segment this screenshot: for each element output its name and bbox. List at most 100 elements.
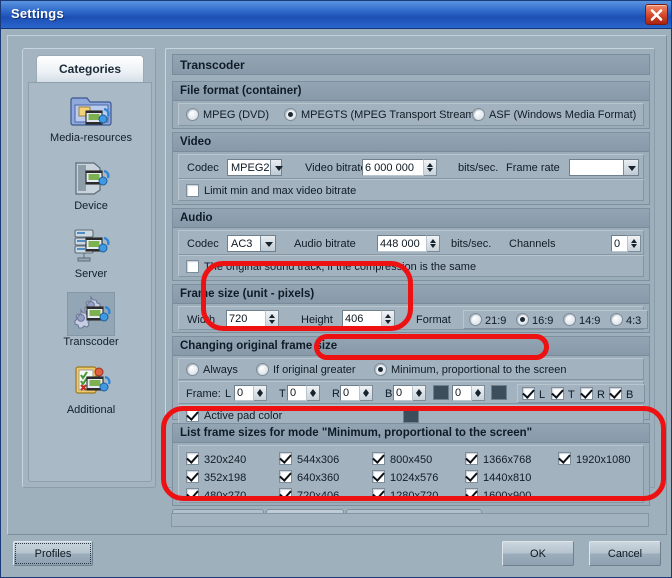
limit-bitrate-label: Limit min and max video bitrate bbox=[204, 186, 356, 197]
radio-4-3[interactable] bbox=[610, 313, 623, 326]
radio-always-label: Always bbox=[203, 365, 238, 376]
radio-21-9[interactable] bbox=[469, 313, 482, 326]
radio-16-9[interactable] bbox=[516, 313, 529, 326]
size-checkbox-320x240[interactable] bbox=[186, 452, 199, 465]
audio-bitrate-spin-buttons[interactable] bbox=[427, 235, 440, 252]
sidebar-item-transcoder[interactable]: Transcoder bbox=[29, 293, 153, 348]
sidebar-item-server[interactable]: Server bbox=[29, 225, 153, 280]
channels-spin-buttons[interactable] bbox=[628, 235, 641, 252]
audio-title: Audio bbox=[173, 209, 649, 228]
size-checkbox-1600x900[interactable] bbox=[465, 488, 478, 501]
sidebar-item-additional[interactable]: Additional bbox=[29, 361, 153, 416]
extra-value-input[interactable]: 0 bbox=[452, 385, 472, 401]
frame-size-title: Frame size (unit - pixels) bbox=[173, 285, 649, 304]
size-checkbox-1920x1080[interactable] bbox=[558, 452, 571, 465]
radio-always[interactable] bbox=[186, 363, 199, 376]
original-sound-track-label: The original sound track, if the compres… bbox=[204, 262, 476, 273]
side-check-b[interactable] bbox=[609, 387, 622, 400]
size-label-1280x720: 1280x720 bbox=[390, 491, 438, 502]
height-input[interactable]: 406 bbox=[342, 310, 382, 328]
video-codec-label: Codec bbox=[187, 163, 219, 174]
file-format-title: File format (container) bbox=[173, 82, 649, 101]
sidebar-item-media-resources[interactable]: Media-resources bbox=[29, 89, 153, 144]
width-stepper[interactable]: 720 bbox=[226, 310, 279, 328]
frame-l-stepper[interactable]: 0 bbox=[234, 385, 267, 401]
folder-media-icon bbox=[68, 89, 114, 131]
channels-stepper[interactable]: 0 bbox=[611, 235, 641, 252]
radio-asf-label: ASF (Windows Media Format) bbox=[489, 110, 636, 121]
size-checkbox-800x450[interactable] bbox=[372, 452, 385, 465]
audio-bitrate-stepper[interactable]: 448 000 bbox=[377, 235, 440, 252]
height-spin-buttons[interactable] bbox=[382, 310, 395, 328]
frame-b-spin-buttons[interactable] bbox=[413, 385, 426, 401]
size-checkbox-352x198[interactable] bbox=[186, 470, 199, 483]
active-pad-color-checkbox[interactable] bbox=[186, 409, 199, 422]
radio-mpegts[interactable] bbox=[284, 108, 297, 121]
size-checkbox-1024x576[interactable] bbox=[372, 470, 385, 483]
sidebar-item-label: Transcoder bbox=[29, 336, 153, 348]
width-spin-buttons[interactable] bbox=[266, 310, 279, 328]
video-bitrate-stepper[interactable]: 6 000 000 bbox=[362, 159, 437, 176]
frame-b-input[interactable]: 0 bbox=[393, 385, 413, 401]
video-codec-select[interactable]: MPEG2 bbox=[227, 159, 282, 176]
side-check-t[interactable] bbox=[551, 387, 564, 400]
size-checkbox-544x306[interactable] bbox=[279, 452, 292, 465]
ok-button[interactable]: OK bbox=[502, 541, 574, 566]
size-checkbox-1440x810[interactable] bbox=[465, 470, 478, 483]
pad-color-swatch-1[interactable] bbox=[433, 385, 449, 400]
side-check-l[interactable] bbox=[522, 387, 535, 400]
limit-bitrate-checkbox[interactable] bbox=[186, 184, 199, 197]
size-checkbox-640x360[interactable] bbox=[279, 470, 292, 483]
audio-codec-select[interactable]: AC3 bbox=[227, 235, 276, 252]
active-pad-color-row: Active pad color bbox=[178, 405, 644, 425]
radio-mpegts-label: MPEGTS (MPEG Transport Stream) bbox=[301, 110, 478, 121]
width-input[interactable]: 720 bbox=[226, 310, 266, 328]
frame-r-input[interactable]: 0 bbox=[340, 385, 360, 401]
radio-14-9[interactable] bbox=[563, 313, 576, 326]
frame-r-spin-buttons[interactable] bbox=[360, 385, 373, 401]
tab-content-strip bbox=[171, 513, 649, 527]
radio-minimum-proportional[interactable] bbox=[374, 363, 387, 376]
frame-t-input[interactable]: 0 bbox=[287, 385, 307, 401]
size-checkbox-1366x768[interactable] bbox=[465, 452, 478, 465]
size-label-1600x900: 1600x900 bbox=[483, 491, 531, 502]
frame-l-input[interactable]: 0 bbox=[234, 385, 254, 401]
frame-rate-select[interactable] bbox=[569, 159, 639, 176]
radio-if-original-greater[interactable] bbox=[256, 363, 269, 376]
frame-t-stepper[interactable]: 0 bbox=[287, 385, 320, 401]
frame-b-stepper[interactable]: 0 bbox=[393, 385, 426, 401]
format-options-box: 21:9 16:9 14:9 4:3 bbox=[463, 310, 648, 329]
size-checkbox-480x270[interactable] bbox=[186, 488, 199, 501]
frame-r-stepper[interactable]: 0 bbox=[340, 385, 373, 401]
frame-t-label: T bbox=[279, 389, 286, 400]
sidebar-item-device[interactable]: Device bbox=[29, 157, 153, 212]
panel-title: Transcoder bbox=[172, 54, 650, 75]
chevron-down-icon bbox=[260, 236, 275, 251]
size-label-320x240: 320x240 bbox=[204, 455, 246, 466]
transcoder-panel: Transcoder File format (container) MPEG … bbox=[165, 48, 655, 488]
radio-mpeg-dvd[interactable] bbox=[186, 108, 199, 121]
close-icon[interactable] bbox=[645, 4, 668, 25]
pad-color-swatch-2[interactable] bbox=[491, 385, 507, 400]
audio-bitrate-input[interactable]: 448 000 bbox=[377, 235, 427, 252]
height-stepper[interactable]: 406 bbox=[342, 310, 395, 328]
size-checkbox-1280x720[interactable] bbox=[372, 488, 385, 501]
frame-l-spin-buttons[interactable] bbox=[254, 385, 267, 401]
extra-value-spin-buttons[interactable] bbox=[472, 385, 485, 401]
size-checkbox-720x406[interactable] bbox=[279, 488, 292, 501]
side-check-r[interactable] bbox=[580, 387, 593, 400]
video-bitrate-spin-buttons[interactable] bbox=[424, 159, 437, 176]
radio-asf[interactable] bbox=[472, 108, 485, 121]
size-label-1440x810: 1440x810 bbox=[483, 473, 531, 484]
active-pad-color-swatch[interactable] bbox=[403, 408, 419, 423]
video-bitrate-input[interactable]: 6 000 000 bbox=[362, 159, 424, 176]
extra-value-stepper[interactable]: 0 bbox=[452, 385, 485, 401]
channels-input[interactable]: 0 bbox=[611, 235, 628, 252]
frame-margins-row: Frame: L 0 T 0 R 0 bbox=[178, 381, 644, 404]
cancel-button[interactable]: Cancel bbox=[589, 541, 661, 566]
original-sound-track-checkbox[interactable] bbox=[186, 260, 199, 273]
sidebar-item-label: Device bbox=[29, 200, 153, 212]
frame-t-spin-buttons[interactable] bbox=[307, 385, 320, 401]
profiles-button[interactable]: Profiles bbox=[13, 541, 93, 566]
frame-size-row: Width 720 Height 406 Format 21:9 bbox=[178, 306, 644, 330]
